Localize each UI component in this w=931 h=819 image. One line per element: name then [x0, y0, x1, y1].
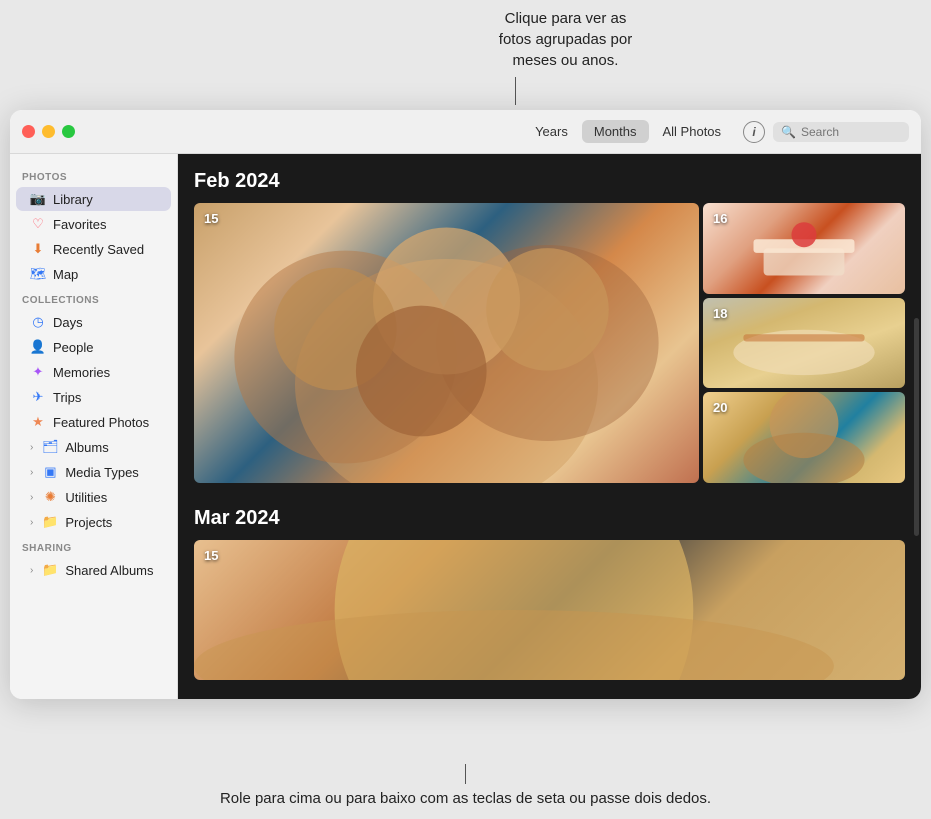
tab-all-photos[interactable]: All Photos: [651, 120, 734, 143]
sidebar-item-label: Recently Saved: [53, 242, 144, 257]
sidebar-item-shared-albums[interactable]: › 📁 Shared Albums: [16, 558, 171, 582]
sidebar-item-days[interactable]: ◷ Days: [16, 310, 171, 334]
sidebar-item-albums[interactable]: › 🗂 Albums: [16, 435, 171, 459]
memories-icon: ✦: [30, 364, 46, 380]
sidebar-item-library[interactable]: 📷 Library: [16, 187, 171, 211]
favorites-icon: ♡: [30, 216, 46, 232]
library-icon: 📷: [30, 191, 46, 207]
photo-mar-main[interactable]: 15: [194, 540, 905, 680]
trips-icon: ✈: [30, 389, 46, 405]
search-input[interactable]: [801, 125, 901, 139]
photo-selfie-main[interactable]: 15: [194, 203, 699, 483]
sidebar-item-recently-saved[interactable]: ⬇ Recently Saved: [16, 237, 171, 261]
cake-svg: [703, 203, 905, 294]
chevron-right-icon: ›: [30, 467, 33, 478]
titlebar: Years Months All Photos i 🔍: [10, 110, 921, 154]
days-icon: ◷: [30, 314, 46, 330]
recently-saved-icon: ⬇: [30, 241, 46, 257]
minimize-button[interactable]: [42, 125, 55, 138]
tab-group: Years Months All Photos: [523, 120, 733, 143]
sidebar-item-label: Memories: [53, 365, 110, 380]
photo-date-16: 16: [713, 211, 727, 226]
search-box: 🔍: [773, 122, 909, 142]
sidebar: Photos 📷 Library ♡ Favorites ⬇ Recently …: [10, 154, 178, 699]
photo-food[interactable]: 18: [703, 298, 905, 389]
sidebar-item-media-types[interactable]: › ▣ Media Types: [16, 460, 171, 484]
sidebar-item-label: Projects: [65, 515, 112, 530]
featured-photos-icon: ★: [30, 414, 46, 430]
sidebar-item-label: Featured Photos: [53, 415, 149, 430]
sidebar-item-trips[interactable]: ✈ Trips: [16, 385, 171, 409]
selfie-svg: [194, 203, 699, 483]
sidebar-item-label: Library: [53, 192, 93, 207]
sidebar-item-utilities[interactable]: › ✺ Utilities: [16, 485, 171, 509]
projects-icon: 📁: [42, 514, 58, 530]
scrollbar[interactable]: [914, 318, 919, 536]
portrait-svg: [703, 392, 905, 483]
photo-portrait[interactable]: 20: [703, 392, 905, 483]
mar-svg: [194, 540, 905, 680]
callout-bottom-line: [465, 764, 466, 784]
photo-grid-mar: 15: [194, 540, 905, 680]
sidebar-section-sharing: Sharing: [10, 535, 177, 557]
sidebar-item-label: Shared Albums: [65, 563, 153, 578]
callout-bottom-text: Role para cima ou para baixo com as tecl…: [220, 788, 711, 809]
sidebar-section-photos: Photos: [10, 164, 177, 186]
sidebar-item-label: Utilities: [65, 490, 107, 505]
month-section-mar-2024: Mar 2024 15: [178, 491, 921, 696]
sidebar-item-memories[interactable]: ✦ Memories: [16, 360, 171, 384]
people-icon: 👤: [30, 339, 46, 355]
month-label-mar-2024: Mar 2024: [194, 507, 905, 530]
chevron-right-icon: ›: [30, 565, 33, 576]
traffic-lights: [22, 125, 75, 138]
month-label-feb-2024: Feb 2024: [194, 170, 905, 193]
sidebar-section-collections: Collections: [10, 287, 177, 309]
utilities-icon: ✺: [42, 489, 58, 505]
sidebar-item-projects[interactable]: › 📁 Projects: [16, 510, 171, 534]
sidebar-item-label: Favorites: [53, 217, 106, 232]
media-types-icon: ▣: [42, 464, 58, 480]
food-svg: [703, 298, 905, 389]
month-section-feb-2024: Feb 2024: [178, 154, 921, 491]
photo-date-20: 20: [713, 400, 727, 415]
sidebar-item-label: Days: [53, 315, 83, 330]
maximize-button[interactable]: [62, 125, 75, 138]
sidebar-item-favorites[interactable]: ♡ Favorites: [16, 212, 171, 236]
tab-months[interactable]: Months: [582, 120, 649, 143]
sidebar-item-label: Trips: [53, 390, 81, 405]
sidebar-item-map[interactable]: 🗺 Map: [16, 262, 171, 286]
content-area: Photos 📷 Library ♡ Favorites ⬇ Recently …: [10, 154, 921, 699]
callout-top-line: [515, 77, 516, 105]
map-icon: 🗺: [30, 266, 46, 282]
sidebar-item-featured-photos[interactable]: ★ Featured Photos: [16, 410, 171, 434]
photo-date-15-feb: 15: [204, 211, 218, 226]
info-button[interactable]: i: [743, 121, 765, 143]
tab-years[interactable]: Years: [523, 120, 580, 143]
sidebar-item-people[interactable]: 👤 People: [16, 335, 171, 359]
photo-secondary-col: 16 18: [703, 203, 905, 483]
chevron-right-icon: ›: [30, 492, 33, 503]
sidebar-item-label: People: [53, 340, 93, 355]
sidebar-item-label: Media Types: [65, 465, 138, 480]
photo-grid-feb: 15 16: [194, 203, 905, 483]
search-icon: 🔍: [781, 125, 796, 139]
photo-date-18: 18: [713, 306, 727, 321]
sidebar-item-label: Map: [53, 267, 78, 282]
main-window: Years Months All Photos i 🔍 Photos 📷 Lib…: [10, 110, 921, 699]
photo-cake[interactable]: 16: [703, 203, 905, 294]
shared-albums-icon: 📁: [42, 562, 58, 578]
callout-top-text: Clique para ver as fotos agrupadas por m…: [499, 8, 632, 71]
chevron-right-icon: ›: [30, 442, 33, 453]
main-photo-area[interactable]: Feb 2024: [178, 154, 921, 699]
sidebar-item-label: Albums: [65, 440, 108, 455]
chevron-right-icon: ›: [30, 517, 33, 528]
callout-bottom: Role para cima ou para baixo com as tecl…: [0, 699, 931, 819]
albums-icon: 🗂: [42, 439, 58, 455]
close-button[interactable]: [22, 125, 35, 138]
photo-date-15-mar: 15: [204, 548, 218, 563]
